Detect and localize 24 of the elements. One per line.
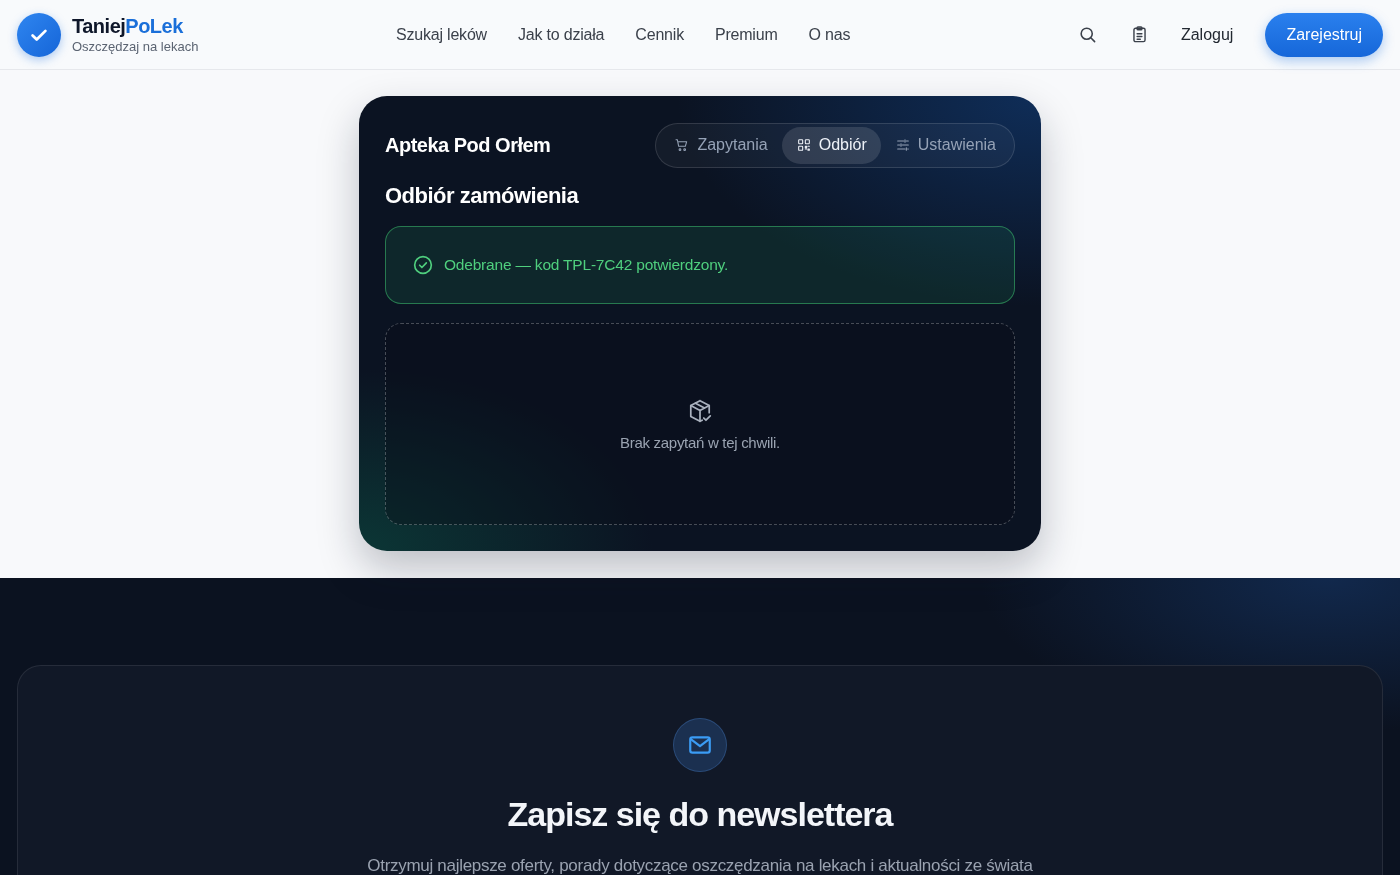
mail-icon [673,718,727,772]
section-title: Odbiór zamówienia [385,182,580,210]
alert-message: Odebrane — kod TPL-7C42 potwierdzony. [444,256,729,274]
nav-link[interactable]: Premium [714,25,778,44]
tab[interactable]: Ustawienia [880,126,1010,164]
nav-link[interactable]: Cennik [635,25,684,44]
logo-check-icon [17,12,61,57]
sliders-icon [894,137,911,153]
logo-tagline: Oszczędzaj na lekach [72,39,199,55]
check-circle-icon [413,255,433,275]
qr-code-icon [795,137,812,153]
newsletter-title: Zapisz się do newslettera [507,794,893,834]
nav-link[interactable]: O nas [808,25,851,44]
package-check-icon [687,397,713,424]
nav-link[interactable]: Szukaj leków [396,25,487,44]
empty-state-text: Brak zapytań w tej chwili. [620,433,780,451]
pharmacy-name: Apteka Pod Orłem [385,133,551,157]
tab[interactable]: Zapytania [660,126,782,164]
login-button[interactable]: Zaloguj [1180,25,1234,44]
newsletter-description: Otrzymuj najlepsze oferty, porady dotyczące oszczędzania na lekach i aktualności ze świata [367,856,1033,875]
register-button[interactable]: Zarejestruj [1265,12,1383,57]
tab[interactable]: Odbiór [781,126,881,164]
logo-wordmark: TaniejPoLek [72,14,184,38]
nav-link[interactable]: Jak to działa [518,25,605,44]
